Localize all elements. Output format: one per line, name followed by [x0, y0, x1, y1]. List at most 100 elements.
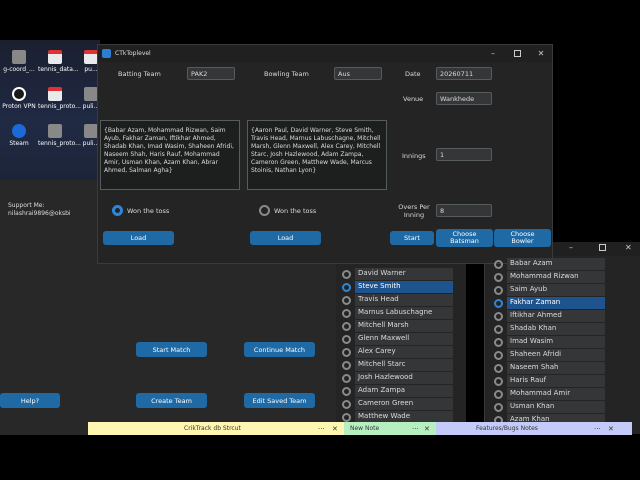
player-radio-row[interactable]: Shaheen Afridi	[494, 349, 605, 361]
player-name: Mohammad Amir	[507, 388, 605, 400]
player-name: Shaheen Afridi	[507, 349, 605, 361]
player-radio-row[interactable]: Usman Khan	[494, 401, 605, 413]
desktop-icon[interactable]: Steam	[2, 124, 36, 147]
player-radio-row[interactable]: Marnus Labuschagne	[342, 307, 453, 319]
close-icon[interactable]: ✕	[424, 422, 430, 435]
date-label: Date	[405, 70, 421, 78]
help-button[interactable]: Help?	[0, 393, 60, 408]
file-icon	[84, 124, 98, 138]
batting-team-label: Batting Team	[118, 70, 161, 78]
vpn-icon	[12, 87, 26, 101]
radio-icon	[342, 399, 351, 409]
radio-icon	[494, 350, 503, 360]
player-radio-row[interactable]: Babar Azam	[494, 258, 605, 270]
radio-icon	[342, 386, 351, 396]
player-name: Glenn Maxwell	[355, 333, 453, 345]
player-name: David Warner	[355, 268, 453, 280]
radio-icon	[342, 282, 351, 292]
continue-match-button[interactable]: Continue Match	[244, 342, 315, 357]
close-icon[interactable]: ✕	[625, 243, 632, 252]
player-radio-row[interactable]: Mitchell Starc	[342, 359, 453, 371]
player-radio-row[interactable]: Shadab Khan	[494, 323, 605, 335]
player-name: Marnus Labuschagne	[355, 307, 453, 319]
overs-input[interactable]: 8	[436, 204, 492, 217]
player-name: Shadab Khan	[507, 323, 605, 335]
innings-input[interactable]: 1	[436, 148, 492, 161]
desktop-top-band	[0, 0, 640, 40]
player-radio-row[interactable]: Adam Zampa	[342, 385, 453, 397]
player-radio-row[interactable]: Haris Rauf	[494, 375, 605, 387]
overs-per-inning-label: Overs Per Inning	[398, 203, 430, 219]
close-icon[interactable]: ✕	[332, 422, 338, 435]
player-radio-row[interactable]: Mohammad Rizwan	[494, 271, 605, 283]
radio-icon	[494, 376, 503, 386]
more-icon[interactable]: ···	[594, 422, 601, 435]
taskbar	[0, 435, 640, 480]
player-radio-row[interactable]: Mitchell Marsh	[342, 320, 453, 332]
player-radio-row[interactable]: Imad Wasim	[494, 336, 605, 348]
minimize-icon[interactable]: –	[482, 45, 504, 62]
load-bowling-button[interactable]: Load	[250, 231, 321, 245]
choose-batsman-button[interactable]: Choose Batsman	[436, 229, 493, 247]
choose-bowler-button[interactable]: Choose Bowler	[494, 229, 551, 247]
close-icon[interactable]: ✕	[530, 45, 552, 62]
player-name: Babar Azam	[507, 258, 605, 270]
close-icon[interactable]: ✕	[608, 422, 614, 435]
won-toss-radio-batting[interactable]: Won the toss	[112, 205, 169, 216]
player-radio-row[interactable]: Alex Carey	[342, 346, 453, 358]
file-icon	[12, 50, 26, 64]
sticky-note-features[interactable]: Features/Bugs Notes ··· ✕	[436, 422, 632, 435]
venue-input[interactable]: Wankhede	[436, 92, 492, 105]
player-name: Steve Smith	[355, 281, 453, 293]
radio-icon	[342, 269, 351, 279]
won-toss-radio-bowling[interactable]: Won the toss	[259, 205, 316, 216]
more-icon[interactable]: ···	[318, 422, 325, 435]
player-radio-row[interactable]: Saim Ayub	[494, 284, 605, 296]
batting-players-textbox[interactable]: {Babar Azam, Mohammad Rizwan, Saim Ayub,…	[100, 120, 240, 190]
desktop-area: g-coord_... tennis_data... pu... Proton …	[0, 40, 100, 180]
player-radio-row[interactable]: David Warner	[342, 268, 453, 280]
start-button[interactable]: Start	[390, 231, 434, 245]
sticky-note-new[interactable]: New Note ··· ✕	[344, 422, 436, 435]
edit-saved-team-button[interactable]: Edit Saved Team	[244, 393, 315, 408]
player-name: Saim Ayub	[507, 284, 605, 296]
player-name: Haris Rauf	[507, 375, 605, 387]
create-team-button[interactable]: Create Team	[136, 393, 207, 408]
player-radio-row[interactable]: Steve Smith	[342, 281, 453, 293]
radio-icon	[494, 389, 503, 399]
player-radio-row[interactable]: Josh Hazlewood	[342, 372, 453, 384]
sticky-note-title: Features/Bugs Notes	[476, 425, 538, 432]
radio-icon	[342, 321, 351, 331]
radio-icon	[494, 324, 503, 334]
bowling-team-input[interactable]: Aus	[334, 67, 382, 80]
player-radio-row[interactable]: Naseem Shah	[494, 362, 605, 374]
sticky-note-crik[interactable]: CrikTrack db Strcut ··· ✕	[88, 422, 344, 435]
player-radio-row[interactable]: Travis Head	[342, 294, 453, 306]
start-match-button[interactable]: Start Match	[136, 342, 207, 357]
radio-icon	[342, 412, 351, 422]
player-radio-row[interactable]: Iftikhar Ahmed	[494, 310, 605, 322]
date-input[interactable]: 20260711	[436, 67, 492, 80]
desktop-icon[interactable]: tennis_proto...	[38, 87, 81, 110]
minimize-icon[interactable]: –	[569, 243, 573, 252]
player-radio-row[interactable]: Cameron Green	[342, 398, 453, 410]
radio-icon	[342, 334, 351, 344]
desktop-icon[interactable]: tennis_proto...	[38, 124, 81, 147]
desktop-icon[interactable]: Proton VPN	[2, 87, 36, 110]
support-upi-id: nilashrai9896@oksbi	[8, 210, 71, 217]
player-radio-row[interactable]: Glenn Maxwell	[342, 333, 453, 345]
desktop-icon[interactable]: g-coord_...	[2, 50, 36, 73]
maximize-icon[interactable]	[599, 244, 606, 251]
load-batting-button[interactable]: Load	[103, 231, 174, 245]
desktop-icon[interactable]: tennis_data...	[38, 50, 79, 73]
player-radio-row[interactable]: Fakhar Zaman	[494, 297, 605, 309]
maximize-icon[interactable]	[506, 45, 528, 62]
more-icon[interactable]: ···	[412, 422, 419, 435]
bowling-players-textbox[interactable]: {Aaron Paul, David Warner, Steve Smith, …	[247, 120, 387, 190]
player-name: Iftikhar Ahmed	[507, 310, 605, 322]
player-radio-row[interactable]: Mohammad Amir	[494, 388, 605, 400]
app-icon	[102, 49, 111, 58]
batting-team-input[interactable]: PAK2	[187, 67, 235, 80]
player-name: Mitchell Starc	[355, 359, 453, 371]
sticky-note-title: CrikTrack db Strcut	[184, 425, 241, 432]
